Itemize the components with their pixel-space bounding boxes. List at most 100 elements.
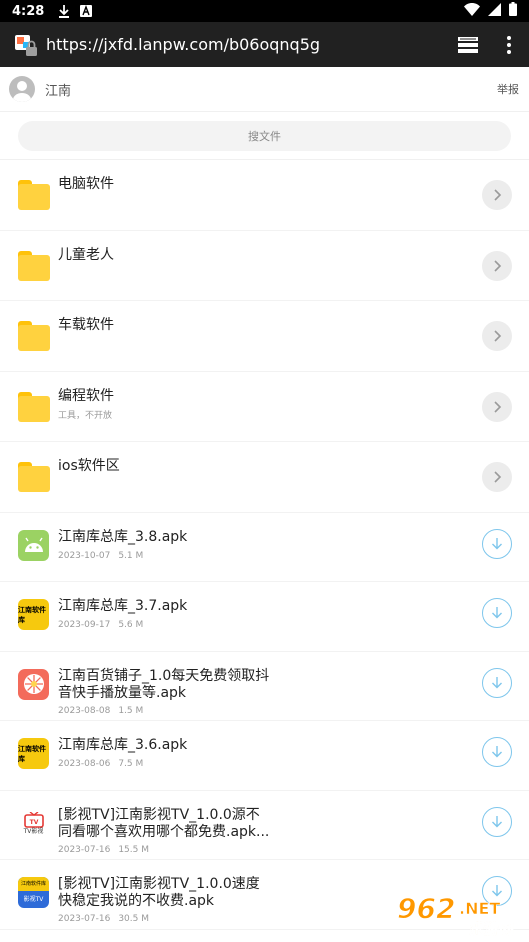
tabs-stack-icon	[458, 36, 478, 53]
file-name: [影视TV]江南影视TV_1.0.0速度快稳定我说的不收费.apk	[58, 876, 260, 910]
file-date: 2023-08-06	[58, 759, 111, 770]
tv2-app-icon: 江南软件库 影视TV	[18, 877, 49, 909]
folder-name: 儿童老人	[58, 246, 114, 263]
baihuo-app-icon	[18, 668, 49, 700]
file-list: 电脑软件 儿童老人 车载软件 编程软件 工具，不开放 ios软件区 江南库总库_…	[0, 160, 529, 931]
owner-name[interactable]: 江南	[45, 80, 71, 99]
search-bar	[0, 112, 529, 160]
chevron-right-icon	[494, 330, 502, 342]
battery-icon	[509, 2, 517, 20]
download-arrow-icon	[492, 746, 502, 758]
folder-row[interactable]: 车载软件	[0, 301, 529, 372]
icon-label: 江南软件库	[18, 605, 46, 624]
folder-icon	[18, 180, 50, 210]
icon-label: 江南软件库	[18, 744, 46, 763]
file-date: 2023-07-16	[58, 914, 111, 925]
chevron-right-icon	[494, 471, 502, 483]
signal-icon	[488, 2, 501, 20]
download-button[interactable]	[482, 667, 512, 698]
file-size: 1.5 M	[118, 705, 144, 716]
search-input[interactable]	[18, 121, 511, 151]
open-folder-button[interactable]	[482, 462, 512, 492]
folder-name: 编程软件	[58, 387, 114, 404]
android-icon	[18, 529, 49, 561]
share-header: 江南 举报	[0, 67, 529, 112]
file-meta: 2023-08-08 1.5 M	[58, 706, 143, 716]
open-folder-button[interactable]	[482, 321, 512, 351]
watermark-suffix: .NET	[459, 899, 500, 918]
file-meta: 2023-10-07 5.1 M	[58, 551, 143, 561]
watermark-tagline: 乐游网	[469, 920, 514, 938]
open-folder-button[interactable]	[482, 250, 512, 281]
file-meta: 2023-07-16 15.5 M	[58, 845, 149, 855]
download-button[interactable]	[482, 806, 512, 837]
folder-name: ios软件区	[58, 458, 120, 474]
file-row[interactable]: 江南软件库 江南库总库_3.6.apk 2023-08-06 7.5 M	[0, 721, 529, 791]
file-name: 江南百货铺子_1.0每天免费领取抖音快手播放量等.apk	[58, 667, 270, 701]
wifi-icon	[464, 2, 480, 20]
file-row[interactable]: 江南软件库 江南库总库_3.7.apk 2023-09-17 5.6 M	[0, 582, 529, 652]
watermark-logo: 962 .NET 乐游网	[393, 888, 523, 939]
download-arrow-icon	[492, 676, 502, 689]
download-icon	[58, 4, 70, 18]
avatar[interactable]	[9, 76, 35, 102]
folder-row[interactable]: 儿童老人	[0, 231, 529, 301]
file-row[interactable]: 江南库总库_3.8.apk 2023-10-07 5.1 M	[0, 513, 529, 583]
download-arrow-icon	[492, 815, 502, 828]
tabs-button[interactable]	[453, 30, 483, 60]
file-date: 2023-09-17	[58, 620, 111, 631]
file-size: 15.5 M	[118, 844, 149, 855]
file-meta: 2023-09-17 5.6 M	[58, 620, 143, 630]
file-size: 7.5 M	[118, 759, 144, 770]
notification-a-icon	[80, 5, 93, 17]
open-folder-button[interactable]	[482, 391, 512, 422]
folder-description: 工具，不开放	[58, 410, 113, 421]
file-date: 2023-07-16	[58, 844, 111, 855]
open-folder-button[interactable]	[482, 180, 512, 210]
download-arrow-icon	[492, 537, 502, 549]
file-meta: 2023-07-16 30.5 M	[58, 914, 149, 924]
jiangnan-app-icon: 江南软件库	[18, 738, 49, 770]
folder-row[interactable]: 电脑软件	[0, 160, 529, 231]
folder-row[interactable]: 编程软件 工具，不开放	[0, 372, 529, 442]
folder-icon	[18, 321, 50, 351]
file-name: 江南库总库_3.7.apk	[58, 598, 188, 615]
file-meta: 2023-08-06 7.5 M	[58, 759, 143, 769]
folder-icon	[18, 391, 50, 422]
file-row[interactable]: TV TV影视 [影视TV]江南影视TV_1.0.0源不同看哪个喜欢用哪个都免费…	[0, 791, 529, 861]
icon-label: 影视TV	[23, 896, 44, 904]
file-size: 30.5 M	[118, 914, 149, 925]
file-name: 江南库总库_3.8.apk	[58, 528, 188, 545]
url-field[interactable]: https://jxfd.lanpw.com/b06oqnq5g	[46, 35, 453, 54]
file-row[interactable]: 江南百货铺子_1.0每天免费领取抖音快手播放量等.apk 2023-08-08 1…	[0, 652, 529, 722]
folder-name: 电脑软件	[58, 176, 114, 192]
watermark-brand: 962	[397, 892, 455, 925]
download-button[interactable]	[482, 737, 512, 768]
file-name: 江南库总库_3.6.apk	[58, 737, 188, 754]
clock: 4:28	[12, 3, 45, 19]
file-date: 2023-10-07	[58, 550, 111, 561]
jiangnan-app-icon: 江南软件库	[18, 599, 49, 631]
folder-name: 车载软件	[58, 317, 114, 333]
folder-row[interactable]: ios软件区	[0, 442, 529, 513]
browser-toolbar: https://jxfd.lanpw.com/b06oqnq5g	[0, 22, 529, 67]
chevron-right-icon	[494, 259, 502, 272]
overflow-menu-button[interactable]	[501, 30, 517, 60]
icon-label: TV影视	[23, 827, 44, 835]
download-button[interactable]	[482, 528, 512, 559]
folder-icon	[18, 250, 50, 281]
download-button[interactable]	[482, 598, 512, 629]
more-vert-icon	[507, 35, 511, 54]
report-link[interactable]: 举报	[497, 81, 519, 97]
file-size: 5.1 M	[118, 550, 144, 561]
file-size: 5.6 M	[118, 620, 144, 631]
chevron-right-icon	[494, 400, 502, 413]
tv-app-icon: TV TV影视	[18, 807, 49, 839]
chevron-right-icon	[494, 189, 502, 201]
folder-icon	[18, 462, 50, 492]
status-bar: 4:28	[0, 0, 529, 22]
site-security-icon[interactable]	[14, 33, 38, 57]
svg-text:TV: TV	[29, 819, 38, 826]
icon-label: 江南软件库	[18, 877, 49, 892]
file-date: 2023-08-08	[58, 705, 111, 716]
